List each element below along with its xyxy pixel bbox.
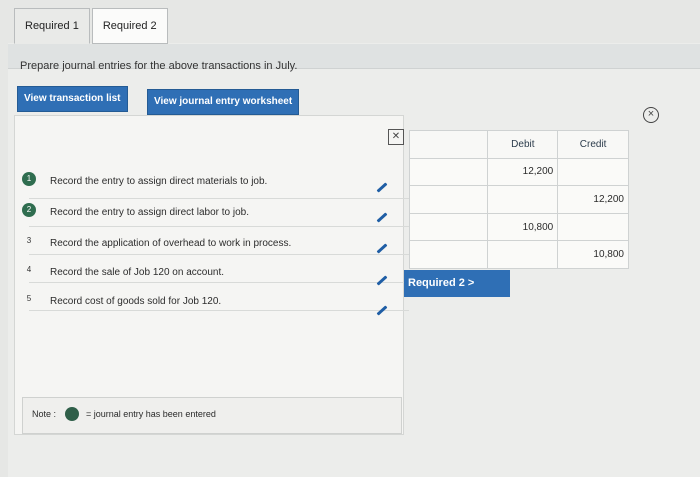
close-icon[interactable]: ×	[643, 107, 659, 123]
credit-cell[interactable]: 12,200	[557, 185, 629, 214]
account-cell[interactable]	[408, 157, 489, 187]
credit-header: Credit	[557, 130, 629, 159]
debit-cell[interactable]	[487, 185, 559, 214]
account-cell[interactable]	[408, 185, 489, 214]
note-box: Note : = journal entry has been entered	[22, 397, 402, 434]
account-header	[408, 130, 489, 159]
credit-cell[interactable]: 10,800	[557, 240, 629, 269]
tab-required-2[interactable]: Required 2	[91, 8, 168, 44]
entry-number: 4	[26, 265, 32, 274]
account-cell[interactable]	[408, 240, 489, 269]
debit-header: Debit	[487, 130, 559, 159]
entry-1-label[interactable]: Record the entry to assign direct materi…	[50, 176, 267, 187]
tab-required-1[interactable]: Required 1	[14, 8, 90, 44]
debit-cell[interactable]	[487, 240, 559, 269]
tabs: Required 1 Required 2	[14, 8, 168, 44]
entry-5-label[interactable]: Record cost of goods sold for Job 120.	[50, 296, 221, 307]
credit-cell[interactable]	[557, 157, 629, 187]
view-transaction-list-button[interactable]: View transaction list	[17, 86, 128, 112]
entry-number: 3	[26, 236, 32, 245]
journal-entry-grid: Debit Credit 12,200 12,200 10,800 10,800	[408, 130, 629, 269]
entry-4-label[interactable]: Record the sale of Job 120 on account.	[50, 267, 224, 278]
worksheet-icon[interactable]: ✕	[388, 129, 404, 145]
required-2-button[interactable]: Required 2 >	[404, 270, 510, 297]
entry-3-label[interactable]: Record the application of overhead to wo…	[50, 238, 291, 249]
entry-status-icon: 2	[22, 203, 36, 217]
debit-cell[interactable]: 10,800	[487, 212, 559, 242]
debit-cell[interactable]: 12,200	[487, 157, 559, 187]
credit-cell[interactable]	[557, 212, 629, 242]
entry-status-icon: 1	[22, 172, 36, 186]
entry-number: 5	[26, 294, 32, 303]
account-cell[interactable]	[408, 212, 489, 242]
journal-entered-icon	[65, 407, 79, 421]
view-journal-entry-worksheet-button[interactable]: View journal entry worksheet	[147, 89, 300, 115]
entry-2-label[interactable]: Record the entry to assign direct labor …	[50, 207, 249, 218]
instruction-text: Prepare journal entries for the above tr…	[20, 60, 298, 72]
note-text: = journal entry has been entered	[86, 409, 216, 419]
note-label: Note :	[32, 409, 57, 419]
